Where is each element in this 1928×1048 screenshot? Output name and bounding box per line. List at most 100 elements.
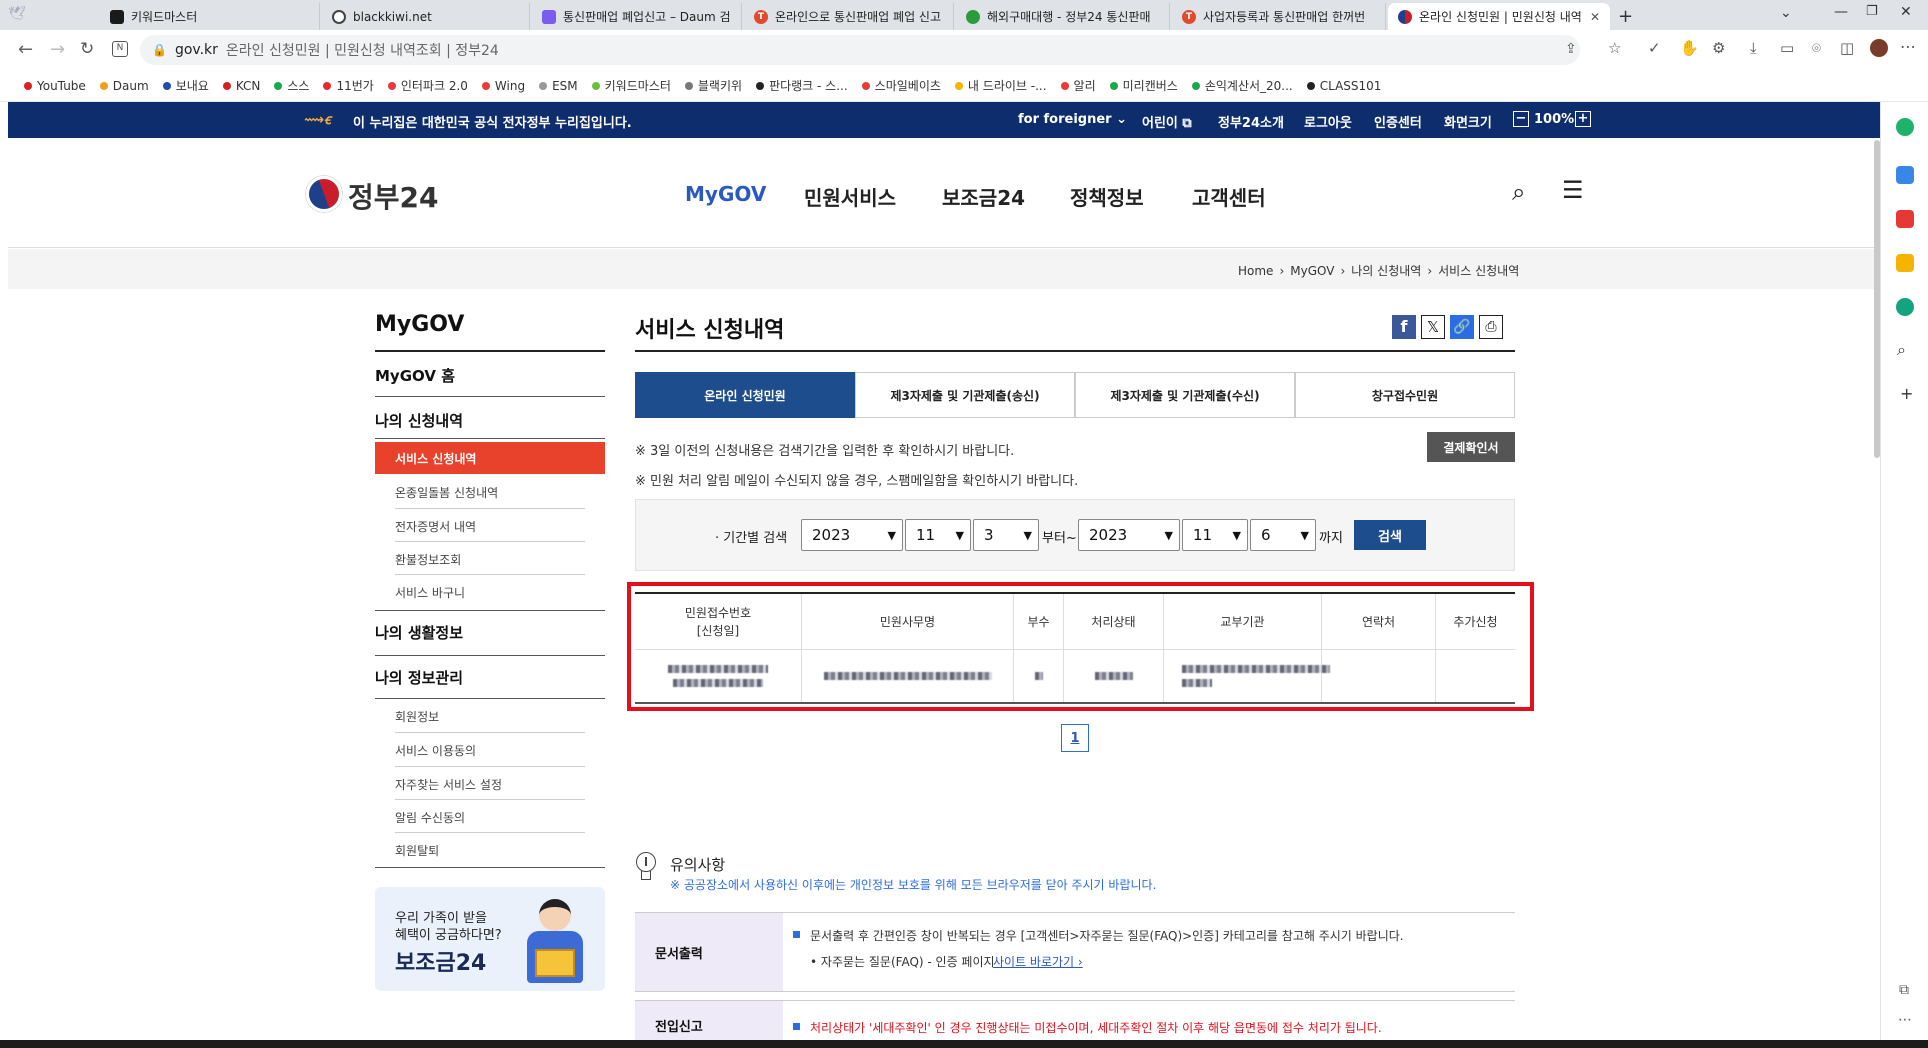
close-window-icon[interactable]: ✕ [1900, 4, 1912, 20]
camera-icon[interactable]: ⌾ [1812, 39, 1821, 57]
nav-subsidy24[interactable]: 보조금24 [942, 182, 1025, 211]
bookmark-16[interactable]: 손익계산서_20... [1191, 77, 1293, 94]
url-field[interactable]: 🔒 gov.kr 온라인 신청민원 | 민원신청 내역조회 | 정부24 ⇪ [140, 35, 1580, 65]
tools-icon[interactable] [1896, 166, 1914, 184]
collections-icon[interactable]: ☆ [1608, 39, 1621, 57]
reload-icon[interactable]: ↻ [80, 39, 94, 59]
cert-center-link[interactable]: 인증센터 [1374, 112, 1422, 131]
tab-third-party-send[interactable]: 제3자제출 및 기관제출(송신) [855, 372, 1075, 418]
extensions-icon[interactable]: ✋ [1680, 39, 1699, 57]
download-icon[interactable]: ⤓ [1750, 39, 1757, 57]
sidebar-item-notification-consent[interactable]: 알림 수신동의 [375, 800, 605, 834]
copilot-icon[interactable] [1896, 118, 1914, 136]
to-month-select[interactable]: 11 ▼ [1182, 519, 1248, 551]
x-share-icon[interactable]: 𝕏 [1421, 315, 1445, 339]
tab-online-requests[interactable]: 온라인 신청민원 [635, 372, 855, 418]
bookmark-3[interactable]: KCN [222, 79, 260, 93]
to-year-select[interactable]: 2023 ▼ [1078, 519, 1180, 551]
search-button[interactable]: 검색 [1354, 520, 1426, 550]
tab-list-icon[interactable]: ⌄ [1780, 5, 1792, 21]
sidebar-item-withdraw[interactable]: 회원탈퇴 [375, 833, 605, 867]
nav-civil-service[interactable]: 민원서비스 [804, 182, 896, 211]
more-sidebar-icon[interactable]: ⋯ [1898, 1012, 1912, 1028]
search-sidebar-icon[interactable]: ⌕ [1897, 340, 1906, 360]
from-year-select[interactable]: 2023 ▼ [801, 519, 903, 551]
facebook-share-icon[interactable]: f [1392, 315, 1416, 339]
menu-icon[interactable]: ☰ [1562, 176, 1584, 204]
sidebar-section-life-info[interactable]: 나의 생활정보 [375, 622, 605, 643]
search-icon[interactable]: ⌕ [1512, 178, 1525, 206]
from-month-select[interactable]: 11 ▼ [905, 519, 971, 551]
bookmark-8[interactable]: ESM [539, 79, 578, 93]
bookmark-10[interactable]: 블랙키위 [684, 77, 742, 94]
tab-third-party-receive[interactable]: 제3자제출 및 기관제출(수신) [1075, 372, 1295, 418]
share-icon[interactable]: ⇪ [1565, 41, 1577, 57]
nav-mygov[interactable]: MyGOV [685, 182, 766, 206]
forward-icon[interactable]: → [50, 39, 65, 60]
profile-avatar[interactable] [1870, 39, 1888, 57]
from-day-select[interactable]: 3 ▼ [973, 519, 1039, 551]
print-icon[interactable]: ⎙ [1479, 315, 1503, 339]
bookmark-15[interactable]: 미리캔버스 [1109, 77, 1178, 94]
faq-site-link[interactable]: 사이트 바로가기 › [993, 953, 1083, 970]
tab-online-closure[interactable]: T 온라인으로 통신판매업 폐업 신고 [744, 3, 954, 30]
zoom-out-button[interactable]: − [1513, 111, 1529, 127]
nav-policy[interactable]: 정책정보 [1070, 182, 1144, 211]
bookmark-12[interactable]: 스마일베이츠 [861, 77, 941, 94]
sidebar-item-service-consent[interactable]: 서비스 이용동의 [375, 733, 605, 767]
tab-overseas-purchase[interactable]: 해외구매대행 - 정부24 통신판매 [956, 3, 1170, 30]
sidebar-section-info-management[interactable]: 나의 정보관리 [375, 667, 605, 688]
bookmark-9[interactable]: 키워드마스터 [591, 77, 671, 94]
breadcrumb-service-requests[interactable]: 서비스 신청내역 [1438, 262, 1519, 279]
nav-customer-center[interactable]: 고객센터 [1192, 182, 1266, 211]
gov24-logo-text[interactable]: 정부24 [348, 176, 439, 216]
tab-counter-requests[interactable]: 창구접수민원 [1295, 372, 1515, 418]
bookmark-6[interactable]: 인터파크 2.0 [387, 77, 468, 94]
tab-daum-search[interactable]: 통신판매업 폐업신고 – Daum 검 [532, 3, 742, 30]
sidebar-item-mygov-home[interactable]: MyGOV 홈 [375, 365, 605, 386]
shopping-icon[interactable] [1896, 210, 1914, 228]
payment-confirmation-button[interactable]: 결제확인서 [1427, 432, 1515, 462]
gov24-logo-icon[interactable] [306, 176, 342, 212]
sidebar-section-my-requests[interactable]: 나의 신청내역 [375, 410, 605, 431]
to-day-select[interactable]: 6 ▼ [1250, 519, 1316, 551]
sidebar-item-service-basket[interactable]: 서비스 바구니 [375, 575, 605, 609]
logout-link[interactable]: 로그아웃 [1304, 112, 1352, 131]
kids-link[interactable]: 어린이 ⧉ [1142, 112, 1192, 131]
add-icon[interactable]: + [1900, 384, 1913, 403]
sidebar-item-allday-care[interactable]: 온종일돌봄 신청내역 [375, 475, 605, 509]
tab-keyword-master[interactable]: 키워드마스터 [100, 3, 320, 30]
puzzle-icon[interactable]: ⚙ [1712, 39, 1725, 57]
split-icon[interactable]: ◫ [1840, 39, 1854, 57]
sidebar-item-favorite-services[interactable]: 자주찾는 서비스 설정 [375, 767, 605, 801]
check-icon[interactable]: ✓ [1648, 39, 1661, 57]
sidebar-item-refund-info[interactable]: 환불정보조회 [375, 542, 605, 576]
pagination-page[interactable]: 1 [1061, 724, 1089, 752]
new-tab-button[interactable]: + [1618, 6, 1633, 27]
games-icon[interactable] [1896, 254, 1914, 272]
sidebar-item-service-requests[interactable]: 서비스 신청내역 [375, 442, 605, 474]
bookmark-5[interactable]: 11번가 [323, 77, 374, 94]
breadcrumb-my-requests[interactable]: 나의 신청내역 [1351, 262, 1421, 279]
bookmark-4[interactable]: 스스 [274, 77, 309, 94]
tab-gov24-active[interactable]: 온라인 신청민원 | 민원신청 내역 ✕ [1388, 3, 1610, 30]
sidebar-item-e-certificates[interactable]: 전자증명서 내역 [375, 509, 605, 543]
bookmark-14[interactable]: 알리 [1060, 77, 1096, 94]
close-tab-icon[interactable]: ✕ [1590, 10, 1600, 24]
bookmark-0[interactable]: YouTube [24, 79, 86, 93]
screen-icon[interactable]: ▭ [1780, 39, 1794, 57]
back-icon[interactable]: ← [18, 39, 33, 60]
bookmark-7[interactable]: Wing [481, 79, 525, 93]
bookmark-13[interactable]: 내 드라이브 -... [954, 77, 1047, 94]
bookmark-2[interactable]: 보내요 [162, 77, 209, 94]
subsidy24-promo-banner[interactable]: 우리 가족이 받을 혜택이 궁금하다면? 보조금24 [375, 887, 605, 991]
breadcrumb-home[interactable]: Home [1238, 264, 1273, 278]
restore-icon[interactable]: ❐ [1866, 4, 1878, 19]
bookmark-17[interactable]: CLASS101 [1306, 79, 1381, 93]
tab-blackkiwi[interactable]: blackkiwi.net [322, 3, 530, 30]
zoom-in-button[interactable]: + [1575, 111, 1591, 127]
sidebar-item-member-info[interactable]: 회원정보 [375, 699, 605, 733]
breadcrumb-mygov[interactable]: MyGOV [1290, 264, 1334, 278]
minimize-icon[interactable]: — [1834, 4, 1848, 20]
tab-business-registration[interactable]: T 사업자등록과 통신판매업 한꺼번 [1172, 3, 1386, 30]
